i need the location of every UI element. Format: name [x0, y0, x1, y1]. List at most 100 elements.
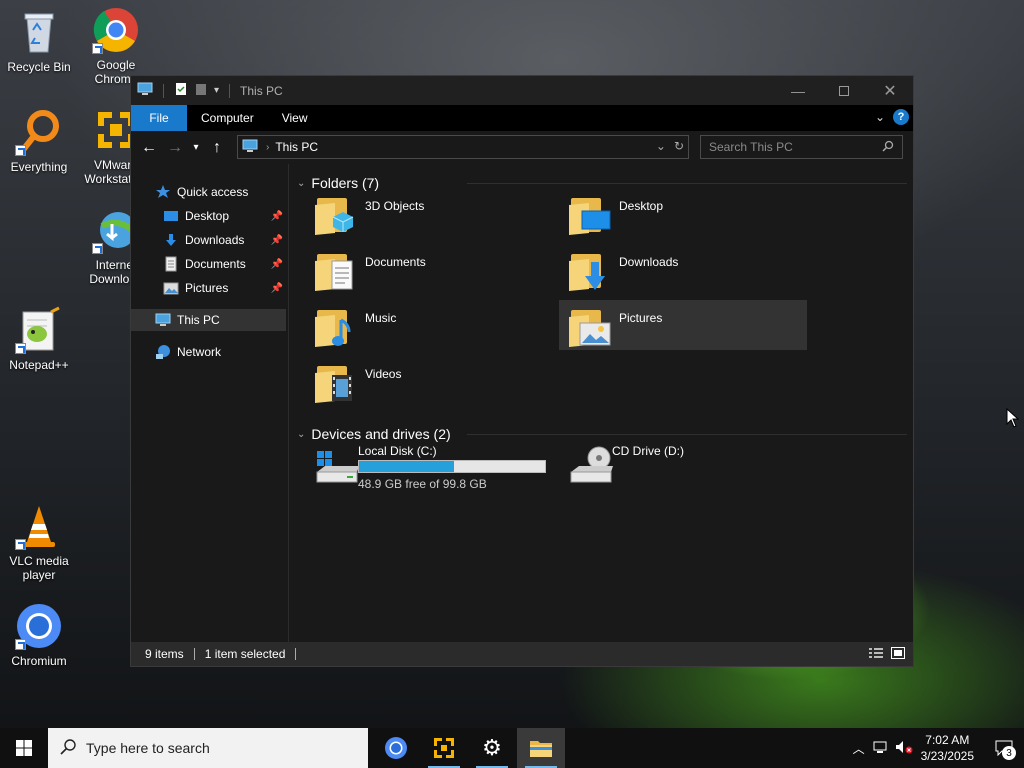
- desktop-icon-chromium[interactable]: Chromium: [1, 602, 77, 668]
- folders-group-header[interactable]: ⌄ Folders (7): [297, 173, 907, 193]
- large-icons-view-icon[interactable]: [891, 647, 905, 662]
- forward-button[interactable]: →: [162, 135, 188, 161]
- breadcrumb-chevron-icon[interactable]: ›: [266, 142, 269, 153]
- folder-downloads[interactable]: Downloads: [559, 248, 807, 298]
- search-input[interactable]: Search This PC: [709, 140, 793, 154]
- address-bar[interactable]: › This PC ⌄ ↻: [237, 135, 689, 159]
- desktop-icon-label: Everything: [10, 160, 68, 174]
- customize-toolbar-chevron-icon[interactable]: ▾: [214, 85, 219, 96]
- folder-desktop[interactable]: Desktop: [559, 192, 807, 242]
- taskbar-vmware[interactable]: [420, 728, 468, 768]
- folder-label: Pictures: [619, 311, 663, 325]
- pin-icon[interactable]: 📌: [271, 235, 283, 246]
- drive-label: Local Disk (C:): [358, 444, 437, 458]
- collapse-caret-icon: ⌄: [297, 428, 306, 440]
- status-divider: [193, 648, 195, 660]
- recycle-bin-icon: [15, 8, 63, 56]
- refresh-icon[interactable]: ↻: [674, 139, 684, 153]
- clock[interactable]: 7:02 AM 3/23/2025: [921, 732, 974, 764]
- documents-folder-icon: [313, 248, 359, 294]
- show-hidden-icons-chevron-icon[interactable]: ︿: [853, 740, 865, 757]
- help-icon[interactable]: ?: [893, 109, 909, 125]
- expand-ribbon-chevron-icon[interactable]: ⌄: [875, 110, 885, 124]
- pin-icon[interactable]: 📌: [271, 259, 283, 270]
- star-icon: [155, 184, 171, 200]
- folder-label: Videos: [365, 367, 402, 381]
- nav-desktop[interactable]: Desktop 📌: [163, 205, 287, 227]
- desktop-icon-everything[interactable]: Everything: [1, 108, 77, 174]
- breadcrumb-this-pc[interactable]: This PC: [275, 140, 318, 154]
- this-pc-icon: [137, 82, 153, 99]
- drive-cd-d[interactable]: CD Drive (D:): [559, 442, 807, 492]
- start-button[interactable]: [0, 728, 48, 768]
- pictures-icon: [163, 280, 179, 296]
- taskbar-chromium[interactable]: [372, 728, 420, 768]
- network-icon: [155, 344, 171, 360]
- item-count: 9 items: [145, 647, 184, 661]
- chromium-icon: [15, 602, 63, 650]
- nav-documents[interactable]: Documents 📌: [163, 253, 287, 275]
- folder-label: 3D Objects: [365, 199, 425, 213]
- nav-downloads[interactable]: Downloads 📌: [163, 229, 287, 251]
- folder-label: Documents: [365, 255, 426, 269]
- vlc-cone-icon: [15, 502, 63, 550]
- folder-music[interactable]: Music: [305, 304, 553, 354]
- pin-icon[interactable]: 📌: [271, 211, 283, 222]
- selection-count: 1 item selected: [204, 647, 286, 661]
- back-button[interactable]: ←: [136, 135, 162, 161]
- nav-network[interactable]: Network: [155, 341, 285, 363]
- taskbar-settings[interactable]: ⚙: [468, 728, 516, 768]
- taskbar-file-explorer[interactable]: [517, 728, 565, 768]
- tab-computer[interactable]: Computer: [187, 105, 268, 131]
- drive-usage-fill: [359, 461, 454, 472]
- windows-logo-icon: [16, 740, 32, 756]
- taskbar-search-input[interactable]: Type here to search: [86, 740, 210, 756]
- details-view-icon[interactable]: [869, 647, 883, 662]
- drive-usage-bar: [358, 460, 546, 473]
- tab-view[interactable]: View: [268, 105, 322, 131]
- desktop-icon-label: Chromium: [11, 654, 67, 668]
- document-icon: [163, 256, 179, 272]
- navigation-bar: ← → ▾ ↑ › This PC ⌄ ↻ Search This PC: [131, 131, 913, 164]
- group-divider: [467, 183, 907, 184]
- toolbar-divider: [229, 83, 231, 98]
- taskbar-search-box[interactable]: Type here to search: [48, 728, 368, 768]
- 3d-objects-folder-icon: [313, 192, 359, 238]
- folder-3d-objects[interactable]: 3D Objects: [305, 192, 553, 242]
- nav-pictures[interactable]: Pictures 📌: [163, 277, 287, 299]
- desktop-icon-recycle-bin[interactable]: Recycle Bin: [1, 8, 77, 74]
- volume-muted-icon[interactable]: [895, 740, 913, 757]
- desktop-icon-google-chrome[interactable]: Google Chrome: [78, 6, 154, 86]
- properties-icon[interactable]: [174, 82, 188, 99]
- nav-quick-access[interactable]: Quick access: [155, 181, 285, 203]
- desktop-icon-notepad-plus-plus[interactable]: Notepad++: [1, 306, 77, 372]
- search-box[interactable]: Search This PC: [700, 135, 903, 159]
- title-bar[interactable]: ▾ This PC — ✕: [131, 76, 913, 105]
- group-divider: [467, 434, 907, 435]
- recent-locations-button[interactable]: ▾: [188, 135, 204, 161]
- network-status-icon[interactable]: [873, 740, 889, 757]
- up-button[interactable]: ↑: [204, 135, 230, 161]
- window-title: This PC: [240, 83, 283, 98]
- search-icon: [882, 140, 894, 155]
- close-button[interactable]: ✕: [867, 76, 913, 105]
- action-center-button[interactable]: 3: [984, 728, 1024, 768]
- drive-local-disk-c[interactable]: Local Disk (C:) 48.9 GB free of 99.8 GB: [305, 442, 555, 492]
- tab-file[interactable]: File: [131, 105, 187, 131]
- notepad-plus-plus-icon: [15, 306, 63, 354]
- new-folder-icon[interactable]: [194, 82, 208, 99]
- nav-label: Desktop: [185, 209, 230, 223]
- folder-videos[interactable]: Videos: [305, 360, 553, 410]
- folder-pictures[interactable]: Pictures: [559, 300, 807, 350]
- desktop-icon-vlc[interactable]: VLC media player: [1, 502, 77, 582]
- devices-group-header[interactable]: ⌄ Devices and drives (2): [297, 424, 907, 444]
- pin-icon[interactable]: 📌: [271, 283, 283, 294]
- cd-drive-icon: [567, 442, 613, 488]
- folder-documents[interactable]: Documents: [305, 248, 553, 298]
- maximize-button[interactable]: [821, 76, 867, 105]
- minimize-button[interactable]: —: [775, 76, 821, 105]
- up-arrow-icon: ↑: [213, 138, 221, 156]
- nav-this-pc[interactable]: This PC: [131, 309, 286, 331]
- chromium-icon: [385, 737, 407, 759]
- address-history-chevron-icon[interactable]: ⌄: [656, 139, 666, 153]
